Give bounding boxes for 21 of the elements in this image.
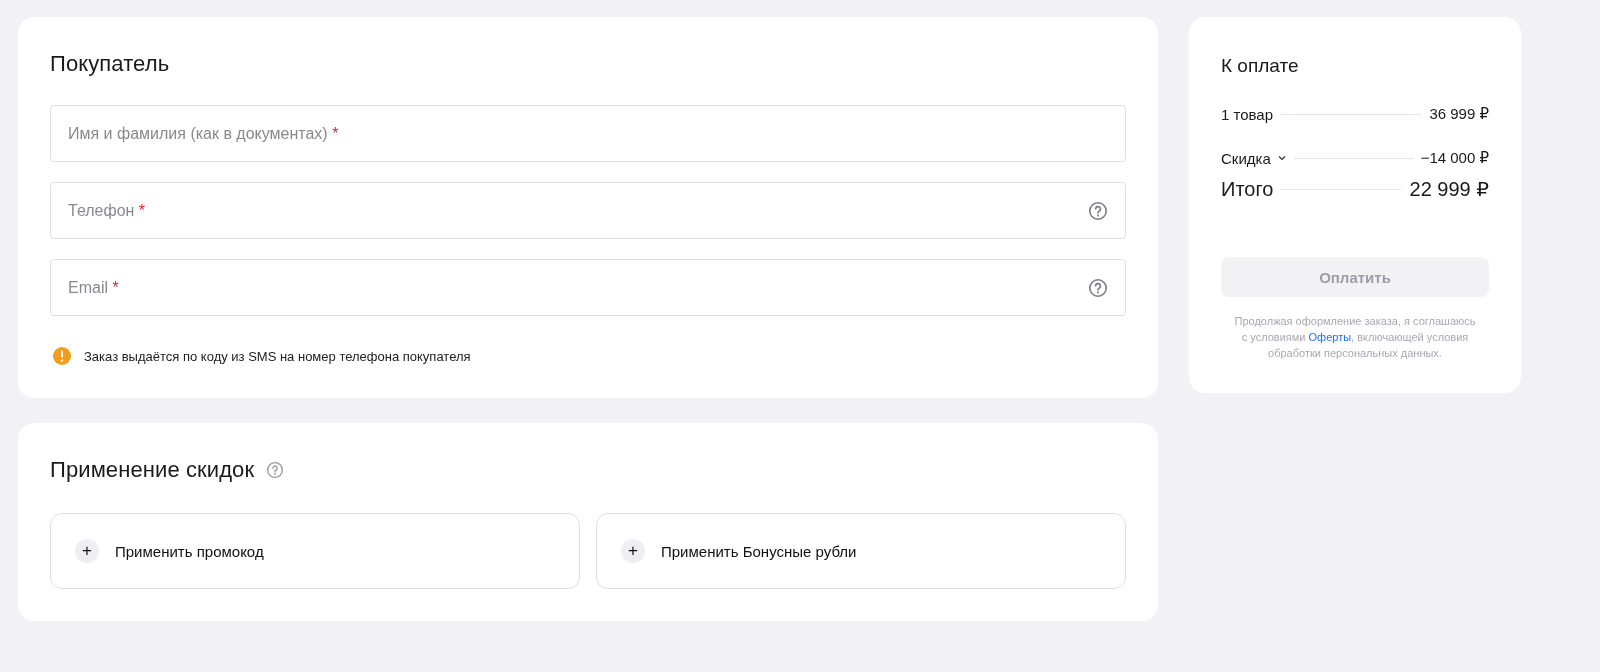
summary-label: Итого — [1221, 177, 1274, 201]
input-field[interactable]: Телефон * — [50, 182, 1126, 239]
notice-text: Заказ выдаётся по коду из SMS на номер телефона покупателя — [84, 348, 471, 364]
apply-discount-button[interactable]: + Применить промокод — [50, 513, 580, 589]
section-title: Применение скидок — [50, 457, 255, 483]
warning-icon — [52, 346, 72, 366]
summary-title: К оплате — [1221, 55, 1300, 77]
summary-value: 22 999 ₽ — [1409, 177, 1489, 201]
help-icon[interactable] — [266, 461, 285, 479]
apply-discount-button[interactable]: + Применить Бонусные рубли — [596, 513, 1126, 589]
help-icon[interactable] — [1088, 200, 1108, 221]
chevron-icon — [1276, 153, 1287, 163]
input-field[interactable]: Email * — [50, 259, 1126, 316]
discount-toggle[interactable]: Скидка — [1221, 149, 1287, 167]
help-icon[interactable] — [1088, 277, 1108, 298]
section-title: Покупатель — [50, 51, 171, 77]
input-field[interactable]: Имя и фамилия (как в документах) * — [50, 105, 1126, 162]
legal-text: Продолжая оформление заказа, я соглашаюсь с условиями Оферты, включающей условия обработки персональных данных. — [1233, 314, 1477, 361]
summary-label: 1 товар — [1221, 105, 1274, 123]
summary-value: −14 000 ₽ — [1420, 149, 1489, 167]
summary-value: 36 999 ₽ — [1429, 105, 1489, 123]
